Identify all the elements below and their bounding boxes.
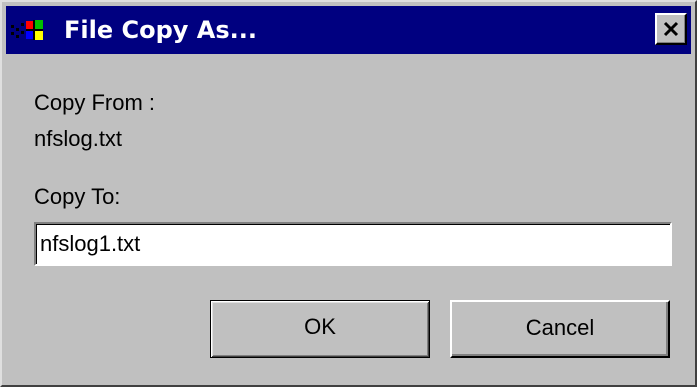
copy-to-input[interactable] — [34, 222, 672, 266]
cancel-button[interactable]: Cancel — [450, 300, 670, 358]
copy-from-label: Copy From : — [34, 90, 156, 115]
copy-to-label: Copy To: — [34, 184, 121, 209]
ok-button[interactable]: OK — [210, 300, 430, 358]
window-title: File Copy As... — [64, 16, 257, 44]
title-bar[interactable]: File Copy As... — [6, 6, 691, 54]
file-copy-as-dialog: File Copy As... Copy From : nfslog.txt C… — [0, 0, 697, 387]
close-icon — [663, 21, 679, 37]
windows-flag-icon — [11, 19, 63, 43]
copy-from-value: nfslog.txt — [34, 126, 123, 151]
close-button[interactable] — [655, 13, 687, 45]
